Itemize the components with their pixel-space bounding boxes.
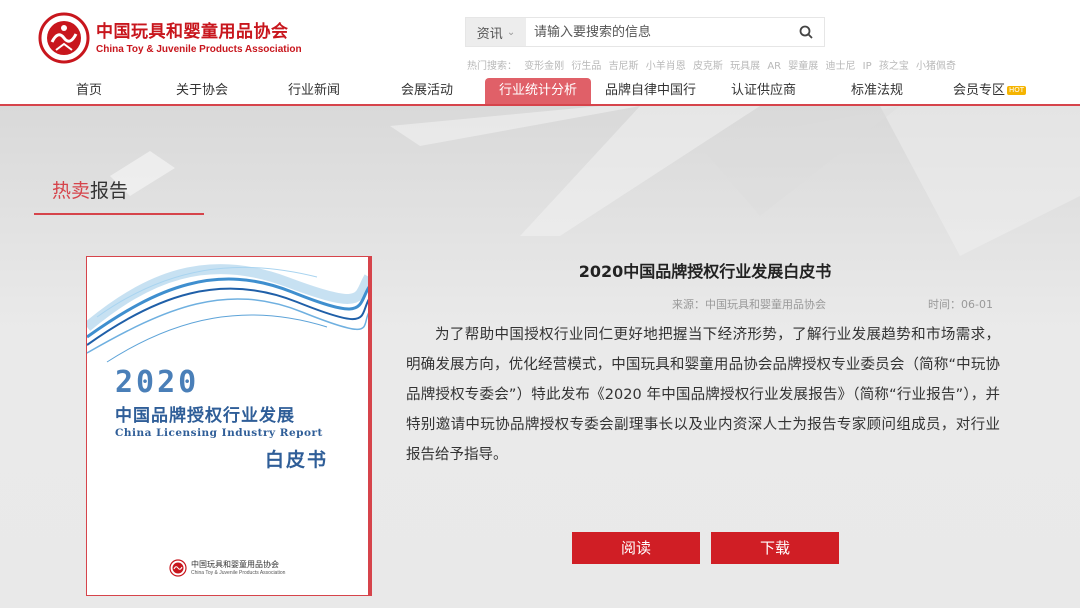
logo-title-en: China Toy & Juvenile Products Associatio… — [96, 43, 302, 55]
hot-search-term[interactable]: AR — [767, 61, 781, 72]
nav-item-home[interactable]: 首页 — [76, 78, 102, 104]
search-category-select[interactable]: 资讯 ⌄ — [466, 18, 526, 46]
section-underline — [34, 213, 204, 215]
cover-footer-logo: 中国玩具和婴童用品协会 China Toy & Juvenile Product… — [169, 559, 285, 577]
download-button[interactable]: 下载 — [711, 532, 839, 564]
nav-item-brand-tour[interactable]: 品牌自律中国行 — [605, 78, 696, 104]
hot-search-term[interactable]: IP — [863, 61, 872, 72]
nav-item-standards[interactable]: 标准法规 — [851, 78, 903, 104]
cover-title-en: China Licensing Industry Report — [115, 427, 323, 439]
association-logo[interactable]: 中国玩具和婴童用品协会 China Toy & Juvenile Product… — [38, 12, 302, 64]
search-icon — [799, 25, 813, 39]
association-logo-icon — [38, 12, 90, 64]
hot-search-label: 热门搜索： — [467, 61, 517, 72]
nav-item-suppliers[interactable]: 认证供应商 — [731, 78, 796, 104]
report-title[interactable]: 2020中国品牌授权行业发展白皮书 — [480, 258, 930, 282]
report-cover-image[interactable]: 2020 中国品牌授权行业发展 China Licensing Industry… — [86, 256, 372, 596]
hot-search-term[interactable]: 衍生品 — [571, 61, 601, 72]
logo-title-cn: 中国玩具和婴童用品协会 — [96, 21, 289, 42]
hot-search-list: 热门搜索： 变形金刚 衍生品 吉尼斯 小羊肖恩 皮克斯 玩具展 AR 婴童展 迪… — [467, 57, 960, 72]
report-time: 时间：06-01 — [928, 298, 993, 311]
main-nav: 首页 关于协会 行业新闻 会展活动 行业统计分析 品牌自律中国行 认证供应商 标… — [0, 78, 1080, 106]
nav-item-events[interactable]: 会展活动 — [401, 78, 453, 104]
chevron-down-icon: ⌄ — [506, 26, 516, 38]
hot-search-term[interactable]: 小羊肖恩 — [646, 61, 686, 72]
cover-year: 2020 — [115, 365, 200, 400]
search-button[interactable] — [788, 18, 824, 46]
hot-badge: HOT — [1007, 86, 1027, 95]
nav-item-members[interactable]: 会员专区 HOT — [953, 78, 1027, 104]
hot-search-term[interactable]: 孩之宝 — [879, 61, 909, 72]
association-logo-icon — [169, 559, 187, 577]
cover-wave-graphic — [87, 264, 368, 363]
search-input[interactable] — [526, 18, 788, 46]
cover-footer-en: China Toy & Juvenile Products Associatio… — [191, 569, 286, 576]
hot-search-term[interactable]: 吉尼斯 — [609, 61, 639, 72]
cover-title: 中国品牌授权行业发展 — [115, 406, 295, 426]
nav-item-statistics[interactable]: 行业统计分析 — [485, 78, 592, 104]
section-title-rest: 报告 — [90, 180, 129, 202]
nav-item-about[interactable]: 关于协会 — [176, 78, 228, 104]
section-title: 热卖报告 — [52, 176, 128, 203]
hot-search-term[interactable]: 小猪佩奇 — [916, 61, 956, 72]
report-description: 为了帮助中国授权行业同仁更好地把握当下经济形势，了解行业发展趋势和市场需求，明确… — [406, 327, 1000, 463]
report-source: 来源：中国玩具和婴童用品协会 — [672, 298, 826, 311]
hot-search-term[interactable]: 玩具展 — [730, 61, 760, 72]
cover-subtitle: 白皮书 — [265, 449, 329, 471]
section-title-highlight: 热卖 — [52, 180, 91, 202]
nav-item-news[interactable]: 行业新闻 — [288, 78, 340, 104]
site-header: 中国玩具和婴童用品协会 China Toy & Juvenile Product… — [0, 0, 1080, 106]
cover-footer-cn: 中国玩具和婴童用品协会 — [191, 559, 279, 569]
search-category-label: 资讯 — [476, 26, 503, 42]
hot-search-term[interactable]: 迪士尼 — [825, 61, 855, 72]
hot-search-term[interactable]: 皮克斯 — [693, 61, 723, 72]
read-button[interactable]: 阅读 — [572, 532, 700, 564]
nav-item-members-label: 会员专区 — [953, 83, 1006, 98]
search-bar: 资讯 ⌄ — [465, 17, 825, 47]
hot-report-section: 热卖报告 2020 中国品牌授权行业发展 China Licensing Ind… — [0, 106, 1080, 608]
hot-search-term[interactable]: 婴童展 — [788, 61, 818, 72]
hot-search-term[interactable]: 变形金刚 — [524, 61, 564, 72]
